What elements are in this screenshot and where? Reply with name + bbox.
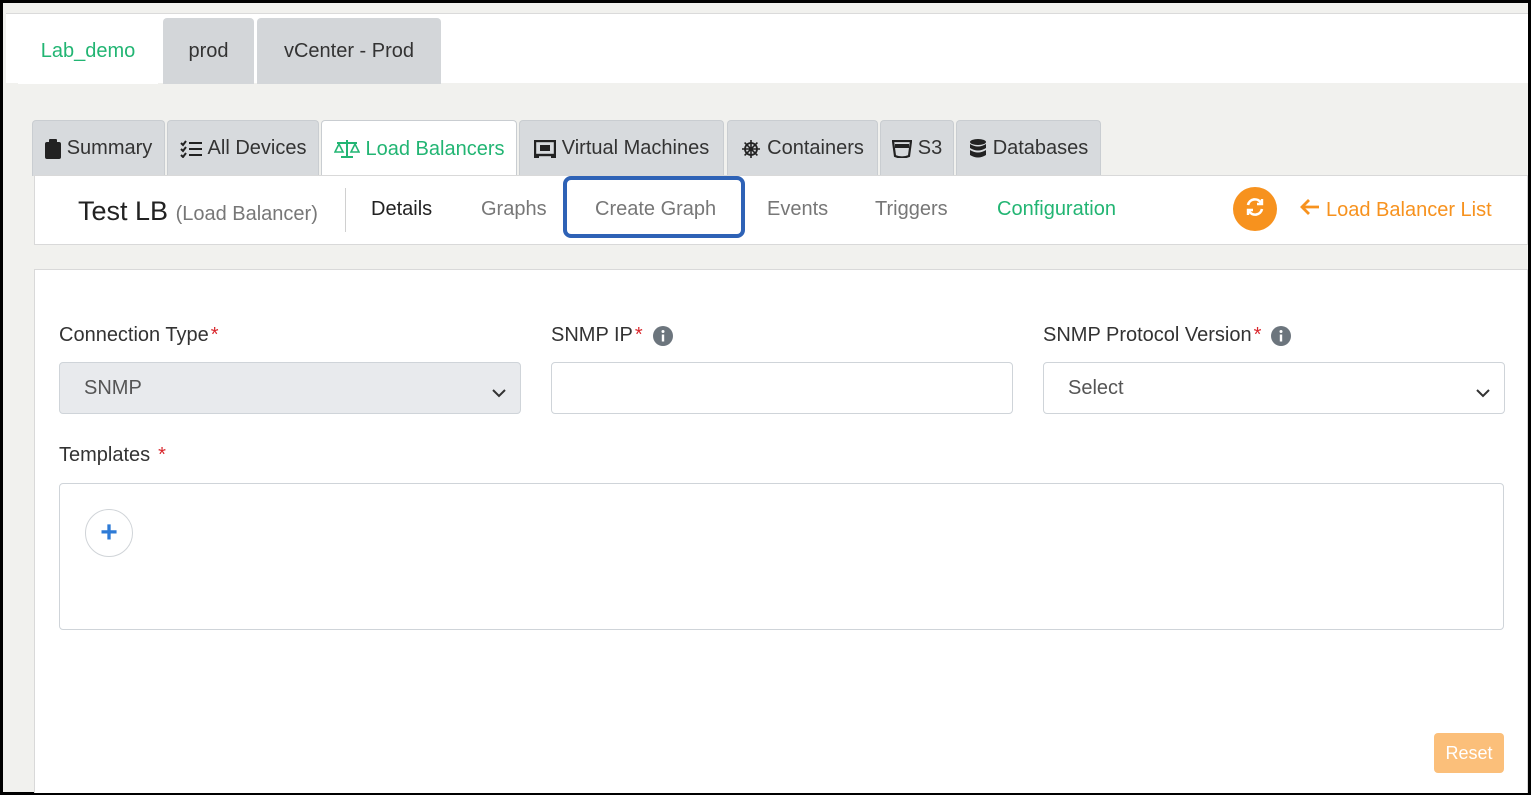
tab-load-balancers[interactable]: Load Balancers xyxy=(321,120,517,177)
connection-type-label: Connection Type * xyxy=(59,324,219,347)
environment-tab-bar: Lab_demo prod vCenter - Prod xyxy=(6,13,1528,84)
label-text: SNMP Protocol Version xyxy=(1043,324,1252,346)
tab-label: S3 xyxy=(917,137,943,159)
database-icon xyxy=(969,138,987,159)
label-text: SNMP IP xyxy=(551,324,633,346)
subnav-configuration[interactable]: Configuration xyxy=(997,198,1116,221)
subnav-create-graph[interactable]: Create Graph xyxy=(595,198,716,221)
helm-icon xyxy=(741,139,761,159)
tab-label: Databases xyxy=(992,137,1089,159)
env-tab-vcenter-prod[interactable]: vCenter - Prod xyxy=(257,18,441,84)
templates-label: Templates * xyxy=(59,444,166,467)
snmp-protocol-version-label: SNMP Protocol Version * xyxy=(1043,324,1292,347)
vm-icon xyxy=(533,139,556,158)
snmp-ip-input[interactable] xyxy=(551,362,1013,414)
add-template-button[interactable]: + xyxy=(85,509,133,557)
resource-name: Test LB xyxy=(78,196,169,226)
templates-container: + xyxy=(59,483,1504,630)
tab-label: Summary xyxy=(66,137,153,159)
subnav-graphs[interactable]: Graphs xyxy=(481,198,547,221)
select-value: Select xyxy=(1068,376,1124,399)
bucket-icon xyxy=(891,139,912,158)
env-tab-label: vCenter - Prod xyxy=(283,39,415,62)
subnav-events[interactable]: Events xyxy=(767,198,828,221)
snmp-protocol-version-select[interactable]: Select xyxy=(1043,362,1505,414)
tab-s3[interactable]: S3 xyxy=(880,120,954,176)
page-title: Test LB (Load Balancer) xyxy=(78,196,318,227)
required-mark: * xyxy=(210,324,219,346)
app-frame: Lab_demo prod vCenter - Prod Summary All… xyxy=(0,0,1531,795)
tab-label: Containers xyxy=(767,137,864,159)
back-link-label: Load Balancer List xyxy=(1326,198,1492,221)
reset-button[interactable]: Reset xyxy=(1434,733,1504,773)
refresh-button[interactable] xyxy=(1233,187,1277,231)
env-tab-lab-demo[interactable]: Lab_demo xyxy=(18,18,158,84)
clipboard-icon xyxy=(44,138,61,159)
env-tab-label: Lab_demo xyxy=(40,39,136,62)
tab-label: Load Balancers xyxy=(365,137,505,160)
snmp-ip-label: SNMP IP * xyxy=(551,324,673,347)
tab-containers[interactable]: Containers xyxy=(727,120,878,176)
refresh-icon xyxy=(1244,196,1266,223)
env-tab-label: prod xyxy=(188,39,229,62)
plus-icon: + xyxy=(100,516,118,549)
arrow-left-icon xyxy=(1300,198,1320,222)
configuration-form: Connection Type * SNMP SNMP IP * SNMP Prot… xyxy=(34,269,1528,793)
resource-subnav: Test LB (Load Balancer) Details Graphs C… xyxy=(34,175,1528,245)
subnav-details[interactable]: Details xyxy=(371,198,432,221)
tab-label: Virtual Machines xyxy=(561,137,710,159)
connection-type-select[interactable]: SNMP xyxy=(59,362,521,414)
resource-type: (Load Balancer) xyxy=(175,203,318,225)
info-icon[interactable] xyxy=(1271,325,1292,346)
tab-all-devices[interactable]: All Devices xyxy=(167,120,319,176)
label-text: Templates xyxy=(59,444,151,466)
required-mark: * xyxy=(634,324,643,346)
required-mark: * xyxy=(158,444,166,466)
tab-databases[interactable]: Databases xyxy=(956,120,1101,176)
label-text: Connection Type xyxy=(59,324,209,346)
chevron-down-icon xyxy=(1476,381,1490,404)
scale-icon xyxy=(333,139,360,159)
load-balancer-list-link[interactable]: Load Balancer List xyxy=(1300,198,1492,222)
tab-label: All Devices xyxy=(207,137,307,159)
required-mark: * xyxy=(1253,324,1262,346)
reset-label: Reset xyxy=(1445,742,1493,763)
env-tab-prod[interactable]: prod xyxy=(163,18,254,84)
chevron-down-icon xyxy=(492,381,506,404)
tab-summary[interactable]: Summary xyxy=(32,120,165,176)
subnav-triggers[interactable]: Triggers xyxy=(875,198,948,221)
select-value: SNMP xyxy=(84,376,142,399)
tab-virtual-machines[interactable]: Virtual Machines xyxy=(519,120,724,176)
info-icon[interactable] xyxy=(652,325,673,346)
title-divider xyxy=(345,188,346,232)
list-check-icon xyxy=(179,139,202,158)
